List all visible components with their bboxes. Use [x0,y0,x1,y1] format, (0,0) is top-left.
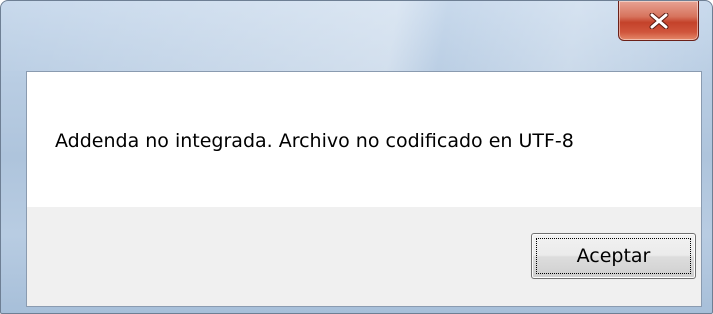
ok-button-label: Aceptar [536,238,691,274]
close-x-icon [649,12,669,29]
title-bar[interactable] [1,1,712,71]
dialog-client-area: Addenda no integrada. Archivo no codific… [26,71,702,307]
close-button[interactable] [618,1,699,41]
aceptar-button[interactable]: Aceptar [531,233,696,279]
dialog-message: Addenda no integrada. Archivo no codific… [55,130,574,152]
message-dialog-window: Addenda no integrada. Archivo no codific… [0,0,713,314]
button-panel: Aceptar [27,207,701,306]
